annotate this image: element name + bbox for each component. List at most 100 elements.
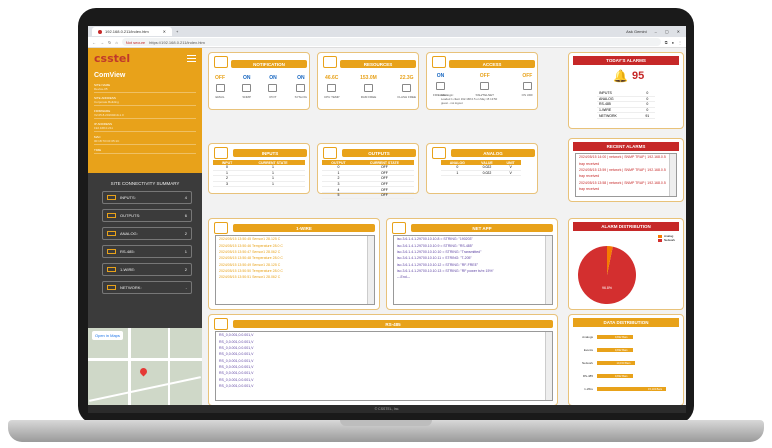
new-tab-icon[interactable]: + (176, 29, 178, 34)
app-title: ComView (94, 72, 126, 79)
resources-item[interactable]: 153.0M RAM FREE (360, 75, 377, 99)
recent-alarms-card: RECENT ALARMS 2024/05/15 14:00 | network… (568, 138, 684, 202)
analog-title: ANALOG (451, 149, 535, 157)
notification-state: ON (269, 75, 277, 81)
bar-label: Analogs (582, 334, 593, 339)
switch-icon (214, 147, 228, 159)
hamburger-icon[interactable] (187, 55, 196, 62)
ask-gemini-button[interactable]: Ask Gemini (626, 29, 646, 34)
access-item[interactable]: OFF OS UDF (522, 73, 533, 97)
summary-label-wrap: RS-485: (107, 249, 135, 254)
notification-item[interactable]: ON SNMP (242, 75, 252, 99)
login-user: guest - not logout (441, 101, 463, 105)
url-text: https://192.168.0.211/index.htm (149, 39, 205, 45)
back-icon[interactable]: ← (92, 40, 96, 45)
database-icon (323, 56, 337, 68)
close-window-icon[interactable]: ✕ (677, 29, 680, 34)
minimize-icon[interactable]: – (655, 29, 657, 34)
menu-icon[interactable]: ⋮ (678, 40, 682, 45)
notification-label: IPOT (269, 95, 277, 99)
reload-icon[interactable]: ↻ (108, 40, 111, 45)
netapp-log[interactable]: iso.3.6.1.4.1.29700.10.10.8 = STRING: "1… (393, 235, 553, 305)
bar-label: Events (583, 347, 593, 352)
legend-swatch (657, 238, 662, 242)
summary-row-0[interactable]: INPUTS: 4 (102, 191, 192, 204)
data-distribution-card: DATA DISTRIBUTION Analogs 9,832 Bars Event… (568, 314, 684, 406)
resources-item[interactable]: 46.6C CPU TEMP (324, 75, 339, 99)
bar-label: Network (581, 360, 593, 365)
inputs-cell: 3 (213, 181, 242, 188)
url-field[interactable]: Not secure https://192.168.0.211/index.h… (121, 38, 661, 46)
scrollbar[interactable] (367, 236, 374, 304)
not-secure-badge[interactable]: Not secure (126, 40, 145, 45)
browser-tab[interactable]: 192.168.0.211/index.htm ✕ (92, 27, 172, 36)
summary-row-3[interactable]: RS-485: 1 (102, 245, 192, 258)
profile-icon[interactable]: ● (672, 40, 674, 45)
summary-icon (107, 285, 116, 290)
todays-alarms-card: TODAY'S ALARMS 🔔 95 INPUTS 0 ANALOG 0 RS-485… (568, 52, 684, 129)
summary-label: 1-WIRE: (120, 267, 136, 272)
open-in-maps-button[interactable]: Open in Maps (92, 331, 123, 340)
notification-item-icon (215, 84, 225, 92)
bar-value: 9,832 Bars (615, 374, 628, 378)
summary-row-5[interactable]: NETWORK: - (102, 281, 192, 294)
forward-icon[interactable]: → (100, 40, 104, 45)
alarm-count: 95 (631, 70, 645, 82)
notification-item[interactable]: ON SYSLOG (295, 75, 307, 99)
recent-alarms-log[interactable]: 2024/05/15 14:00 | network | SNMP TRAP |… (575, 153, 677, 197)
notification-state: ON (297, 75, 305, 81)
location-map[interactable]: Open in Maps (88, 328, 202, 413)
legend-label: Network (663, 238, 675, 242)
access-title: ACCESS (449, 60, 535, 68)
scrollbar[interactable] (545, 236, 552, 304)
rs485-card: RS-485 RS_0,0.001,0.0.001,V RS_0,0.001,0.… (208, 314, 558, 406)
dashboard: NOTIFICATION OFF EMAIL ON SNMP ON IPOT ON SYSLO… (202, 48, 686, 413)
summary-value: 2 (184, 267, 187, 272)
resources-title: RESOURCES (340, 60, 416, 68)
notification-label: SNMP (242, 95, 252, 99)
alarm-table: INPUTS 0 ANALOG 0 RS-485 0 1-WIRE 0 NETWORK 91 (597, 91, 655, 119)
summary-row-1[interactable]: OUTPUTS: 6 (102, 209, 192, 222)
log-line: 2024/05/15 13:50:51 Sensor1 28.062 C (219, 275, 281, 280)
notification-card: NOTIFICATION OFF EMAIL ON SNMP ON IPOT ON SYSLO… (208, 52, 310, 110)
alarm-type: NETWORK (597, 112, 640, 119)
alarm-row: NETWORK 91 (597, 112, 655, 119)
bar-value: 10,150 Bars (616, 361, 631, 365)
notification-label: EMAIL (215, 95, 225, 99)
summary-row-4[interactable]: 1-WIRE: 2 (102, 263, 192, 276)
maximize-icon[interactable]: ▢ (665, 29, 669, 34)
notification-state: ON (242, 75, 251, 81)
summary-label: OUTPUTS: (120, 213, 141, 218)
notification-item[interactable]: OFF EMAIL (215, 75, 225, 99)
onewire-card: 1-WIRE 2024/05/15 13:50:45 Sensor1 28.12… (208, 218, 380, 310)
scrollbar[interactable] (545, 332, 552, 400)
netapp-card: NET APP iso.3.6.1.4.1.29700.10.10.8 = ST… (386, 218, 558, 310)
outputs-cell: OFF (354, 192, 414, 199)
netapp-icon (392, 222, 406, 234)
home-icon[interactable]: ⌂ (115, 40, 117, 45)
resources-item[interactable]: 22.3G FLASH FREE (397, 75, 416, 99)
onewire-log[interactable]: 2024/05/15 13:50:45 Sensor1 28.125 C 2024… (215, 235, 375, 305)
rs485-log[interactable]: RS_0,0.001,0.0.001,V RS_0,0.001,0.0.001,V… (215, 331, 553, 401)
scrollbar[interactable] (669, 154, 676, 196)
outputs-table: OUTPUT CURRENT STATE 0 OFF 1 OFF 2 OFF 3 OFF 4 OFF 5… (322, 160, 414, 199)
access-item-icon (435, 82, 445, 90)
sidebar-header: csstel (88, 48, 202, 69)
screen: 192.168.0.211/index.htm ✕ + Ask Gemini –… (88, 26, 686, 413)
tab-title: 192.168.0.211/index.htm (105, 29, 149, 34)
inputs-table: INPUT CURRENT STATE 0 1 1 1 2 1 3 1 (213, 160, 305, 188)
notification-item[interactable]: ON IPOT (268, 75, 278, 99)
resources-item-icon (327, 84, 337, 92)
summary-row-2[interactable]: ANALOG: 2 (102, 227, 192, 240)
resources-item-icon (402, 84, 412, 92)
outputs-card: OUTPUTS OUTPUT CURRENT STATE 0 OFF 1 OFF 2 OFF 3… (317, 143, 419, 199)
bar-label: 1-Wire (584, 386, 593, 391)
todays-alarms-title: TODAY'S ALARMS (573, 56, 679, 65)
alarm-distribution-title: ALARM DISTRIBUTION (573, 222, 679, 231)
tab-close-icon[interactable]: ✕ (163, 29, 166, 34)
extensions-icon[interactable]: ⧉ (665, 40, 668, 45)
notification-icon (214, 56, 228, 68)
output-icon (323, 147, 337, 159)
summary-value: 2 (184, 231, 187, 236)
analog-card: ANALOG ANALOG VALUE UNIT 0 0.022 V 1 0.022 V (426, 143, 538, 194)
